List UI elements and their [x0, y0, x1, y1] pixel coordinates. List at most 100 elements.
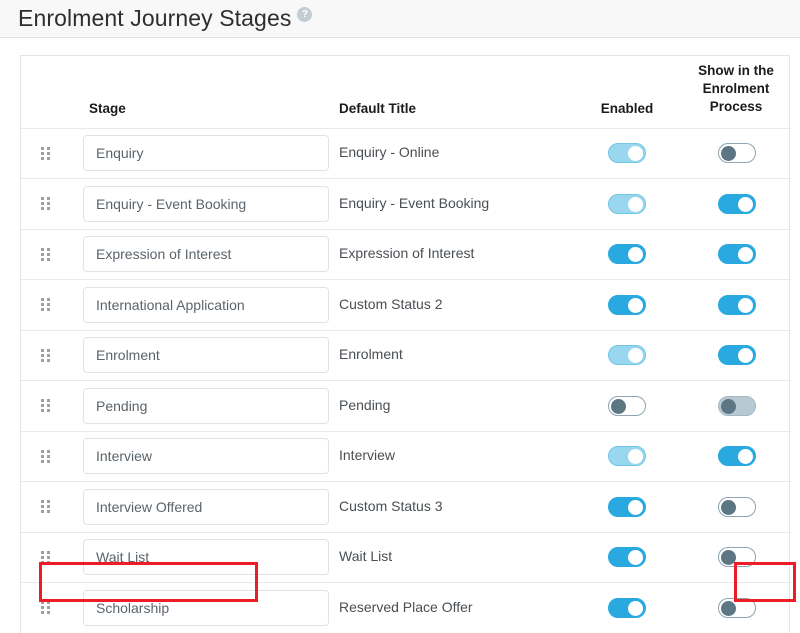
stage-name-input[interactable] — [83, 590, 329, 626]
enabled-toggle[interactable] — [608, 244, 646, 264]
stage-cell — [69, 330, 339, 381]
enrolment-stages-table: Stage Default Title Enabled Show in the … — [21, 56, 791, 633]
default-title-cell: Reserved Place Offer — [339, 583, 571, 633]
default-title-text: Enquiry - Event Booking — [339, 195, 489, 211]
toggle-knob — [628, 298, 643, 313]
drag-handle-icon[interactable] — [21, 197, 69, 210]
show-in-enrolment-process-toggle[interactable] — [718, 446, 756, 466]
show-in-enrolment-process-toggle[interactable] — [718, 598, 756, 618]
table-header: Stage Default Title Enabled Show in the … — [21, 56, 791, 128]
drag-handle-icon[interactable] — [21, 450, 69, 463]
drag-handle-icon[interactable] — [21, 399, 69, 412]
show-in-enrolment-process-cell — [683, 482, 791, 533]
toggle-knob — [738, 247, 753, 262]
enabled-toggle — [608, 345, 646, 365]
toggle-knob — [628, 197, 643, 212]
drag-handle-cell — [21, 330, 69, 381]
enabled-cell — [571, 532, 683, 583]
default-title-cell: Interview — [339, 431, 571, 482]
stage-cell — [69, 482, 339, 533]
enabled-cell — [571, 280, 683, 331]
table-row: Custom Status 2 — [21, 280, 791, 331]
show-in-enrolment-process-toggle — [718, 396, 756, 416]
default-title-cell: Enquiry - Online — [339, 128, 571, 179]
toggle-knob — [738, 298, 753, 313]
show-in-enrolment-process-toggle[interactable] — [718, 244, 756, 264]
stage-cell — [69, 179, 339, 230]
default-title-text: Interview — [339, 447, 395, 463]
default-title-text: Reserved Place Offer — [339, 599, 473, 615]
drag-handle-icon[interactable] — [21, 601, 69, 614]
page-header: Enrolment Journey Stages ? — [0, 0, 800, 38]
default-title-cell: Custom Status 2 — [339, 280, 571, 331]
help-circle-icon[interactable]: ? — [297, 7, 312, 22]
column-header-enabled: Enabled — [571, 56, 683, 128]
default-title-text: Custom Status 3 — [339, 498, 443, 514]
default-title-cell: Pending — [339, 381, 571, 432]
table-row: Enquiry - Online — [21, 128, 791, 179]
stage-name-input[interactable] — [83, 388, 329, 424]
show-in-enrolment-process-toggle[interactable] — [718, 345, 756, 365]
stage-name-input[interactable] — [83, 135, 329, 171]
table-row: Enrolment — [21, 330, 791, 381]
enabled-cell — [571, 330, 683, 381]
column-header-show-in-enrolment-process: Show in the Enrolment Process — [683, 56, 791, 128]
column-header-handle — [21, 56, 69, 128]
drag-handle-icon[interactable] — [21, 500, 69, 513]
enabled-cell — [571, 482, 683, 533]
show-in-enrolment-process-cell — [683, 280, 791, 331]
show-in-enrolment-process-toggle[interactable] — [718, 194, 756, 214]
drag-handle-icon[interactable] — [21, 551, 69, 564]
drag-handle-icon[interactable] — [21, 147, 69, 160]
show-in-enrolment-process-toggle[interactable] — [718, 547, 756, 567]
enabled-toggle[interactable] — [608, 396, 646, 416]
show-in-enrolment-process-toggle[interactable] — [718, 497, 756, 517]
toggle-knob — [628, 146, 643, 161]
stage-name-input[interactable] — [83, 539, 329, 575]
drag-handle-cell — [21, 280, 69, 331]
enabled-toggle — [608, 143, 646, 163]
default-title-text: Pending — [339, 397, 390, 413]
stage-name-input[interactable] — [83, 438, 329, 474]
stage-name-input[interactable] — [83, 287, 329, 323]
drag-handle-icon[interactable] — [21, 298, 69, 311]
page-title: Enrolment Journey Stages — [18, 7, 291, 30]
toggle-knob — [628, 247, 643, 262]
show-in-enrolment-process-cell — [683, 179, 791, 230]
stage-name-input[interactable] — [83, 337, 329, 373]
enabled-toggle[interactable] — [608, 598, 646, 618]
drag-handle-icon[interactable] — [21, 248, 69, 261]
enabled-toggle[interactable] — [608, 295, 646, 315]
toggle-knob — [628, 601, 643, 616]
toggle-knob — [721, 601, 736, 616]
stage-name-input[interactable] — [83, 186, 329, 222]
table-body: Enquiry - Online Enquiry - Event Booking E… — [21, 128, 791, 633]
enabled-cell — [571, 229, 683, 280]
toggle-knob — [628, 449, 643, 464]
table-row: Wait List — [21, 532, 791, 583]
enabled-toggle[interactable] — [608, 547, 646, 567]
column-header-default-title: Default Title — [339, 56, 571, 128]
show-in-enrolment-process-cell — [683, 229, 791, 280]
drag-handle-cell — [21, 229, 69, 280]
show-in-enrolment-process-toggle[interactable] — [718, 143, 756, 163]
table-row: Interview — [21, 431, 791, 482]
drag-handle-icon[interactable] — [21, 349, 69, 362]
stage-cell — [69, 229, 339, 280]
stage-name-input[interactable] — [83, 489, 329, 525]
column-header-show-line1: Show in the — [698, 63, 774, 78]
default-title-text: Custom Status 2 — [339, 296, 443, 312]
table-row: Enquiry - Event Booking — [21, 179, 791, 230]
stage-cell — [69, 532, 339, 583]
toggle-knob — [721, 146, 736, 161]
enabled-toggle[interactable] — [608, 497, 646, 517]
show-in-enrolment-process-toggle[interactable] — [718, 295, 756, 315]
drag-handle-cell — [21, 128, 69, 179]
toggle-knob — [721, 399, 736, 414]
drag-handle-cell — [21, 431, 69, 482]
toggle-knob — [628, 348, 643, 363]
default-title-cell: Expression of Interest — [339, 229, 571, 280]
stages-card: Stage Default Title Enabled Show in the … — [20, 55, 790, 633]
stage-name-input[interactable] — [83, 236, 329, 272]
stage-cell — [69, 128, 339, 179]
